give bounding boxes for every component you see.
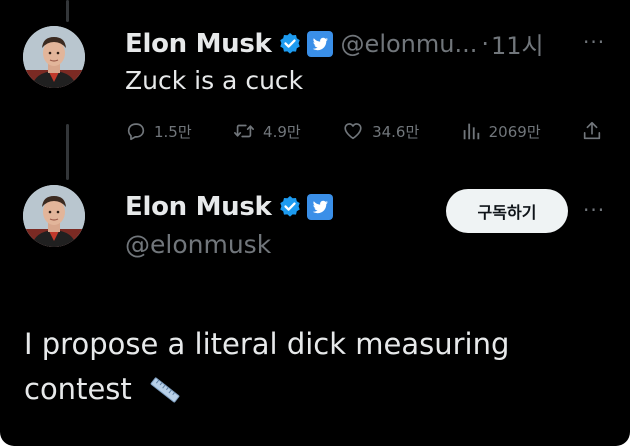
more-options-icon[interactable]: ··· bbox=[583, 198, 605, 222]
twitter-bird-icon bbox=[306, 30, 333, 57]
tweet-text: Zuck is a cuck bbox=[125, 66, 304, 95]
view-count: 2069만 bbox=[488, 122, 541, 141]
display-name[interactable]: Elon Musk bbox=[125, 192, 272, 222]
tweet-header: Elon Musk bbox=[125, 192, 333, 222]
share-icon bbox=[583, 121, 601, 140]
tweet-actions: 1.5만 4.9만 34.6만 2069만 bbox=[125, 118, 610, 144]
like-button[interactable]: 34.6만 bbox=[341, 120, 419, 142]
timestamp[interactable]: 11시 bbox=[491, 26, 544, 61]
tweet-text: I propose a literal dick measuring conte… bbox=[24, 327, 510, 406]
thread-connector-top bbox=[66, 0, 69, 22]
avatar[interactable] bbox=[23, 26, 85, 88]
more-options-icon[interactable]: ··· bbox=[583, 30, 605, 54]
like-count: 34.6만 bbox=[372, 122, 420, 141]
views-icon bbox=[463, 123, 479, 140]
heart-icon bbox=[344, 123, 362, 140]
twitter-bird-icon bbox=[306, 194, 333, 220]
retweet-icon bbox=[234, 124, 255, 138]
avatar[interactable] bbox=[23, 185, 85, 247]
reply-icon bbox=[127, 123, 145, 141]
subscribe-button[interactable]: 구독하기 bbox=[446, 189, 568, 233]
thread-connector bbox=[66, 124, 69, 180]
tweet-text-container: I propose a literal dick measuring conte… bbox=[24, 322, 584, 412]
handle[interactable]: @elonmusk bbox=[125, 230, 271, 259]
reply-button[interactable]: 1.5만 bbox=[125, 120, 192, 142]
reply-count: 1.5만 bbox=[154, 122, 192, 141]
separator-dot: · bbox=[481, 29, 489, 58]
display-name[interactable]: Elon Musk bbox=[125, 29, 272, 59]
share-button[interactable] bbox=[581, 120, 610, 142]
handle[interactable]: @elonmu... bbox=[341, 30, 478, 58]
views-button[interactable]: 2069만 bbox=[460, 120, 541, 142]
tweet-thread: Elon Musk @elonmu... · 11시 ··· Zuck is a… bbox=[0, 0, 630, 446]
retweet-count: 4.9만 bbox=[263, 122, 301, 141]
straight-ruler-emoji bbox=[150, 377, 180, 403]
retweet-button[interactable]: 4.9만 bbox=[232, 120, 301, 142]
verified-badge-icon bbox=[279, 32, 300, 54]
verified-badge-icon bbox=[279, 196, 300, 217]
tweet-header: Elon Musk @elonmu... · 11시 bbox=[125, 26, 544, 61]
